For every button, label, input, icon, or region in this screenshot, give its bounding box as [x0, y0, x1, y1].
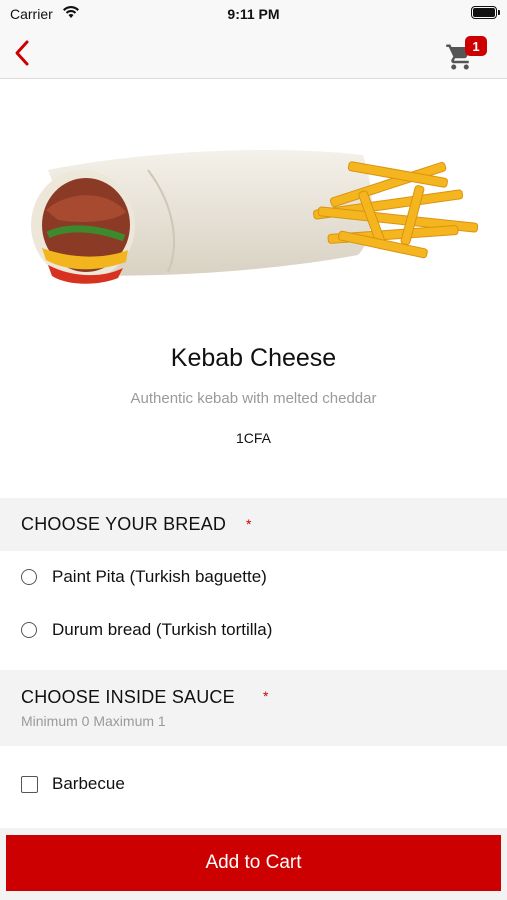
product-title: Kebab Cheese: [170, 344, 337, 372]
product-description: Authentic kebab with melted cheddar: [130, 390, 377, 407]
cart-button[interactable]: 1: [445, 36, 487, 72]
bread-option-pita[interactable]: Paint Pita (Turkish baguette): [0, 552, 507, 604]
checkbox[interactable]: [21, 776, 38, 793]
product-image: [31, 150, 479, 284]
product-price: 1CFA: [235, 430, 271, 446]
chevron-left-icon: [15, 40, 29, 66]
bread-option-durum[interactable]: Durum bread (Turkish tortilla): [0, 605, 507, 657]
status-bar: Carrier 9:11 PM: [0, 0, 507, 28]
sauce-section-title: CHOOSE INSIDE SAUCE: [21, 687, 235, 707]
navigation-bar: 1: [0, 28, 507, 79]
add-to-cart-button[interactable]: Add to Cart: [6, 835, 501, 891]
option-label: Barbecue: [52, 774, 125, 793]
cart-count-badge: 1: [465, 36, 487, 56]
option-label: Paint Pita (Turkish baguette): [52, 567, 267, 586]
radio-button[interactable]: [21, 569, 37, 585]
radio-button[interactable]: [21, 622, 37, 638]
bread-section-header: CHOOSE YOUR BREAD *: [0, 498, 507, 551]
required-mark: *: [263, 688, 269, 704]
sauce-section-header: CHOOSE INSIDE SAUCE * Minimum 0 Maximum …: [0, 670, 507, 746]
bread-section-title: CHOOSE YOUR BREAD: [21, 514, 227, 534]
clock: 9:11 PM: [227, 6, 280, 22]
back-button[interactable]: [8, 36, 38, 70]
battery-icon: [471, 6, 500, 19]
required-mark: *: [246, 516, 252, 532]
sauce-selection-limits: Minimum 0 Maximum 1: [21, 713, 166, 729]
option-label: Durum bread (Turkish tortilla): [52, 620, 273, 639]
sauce-option-barbecue[interactable]: Barbecue: [0, 759, 507, 811]
